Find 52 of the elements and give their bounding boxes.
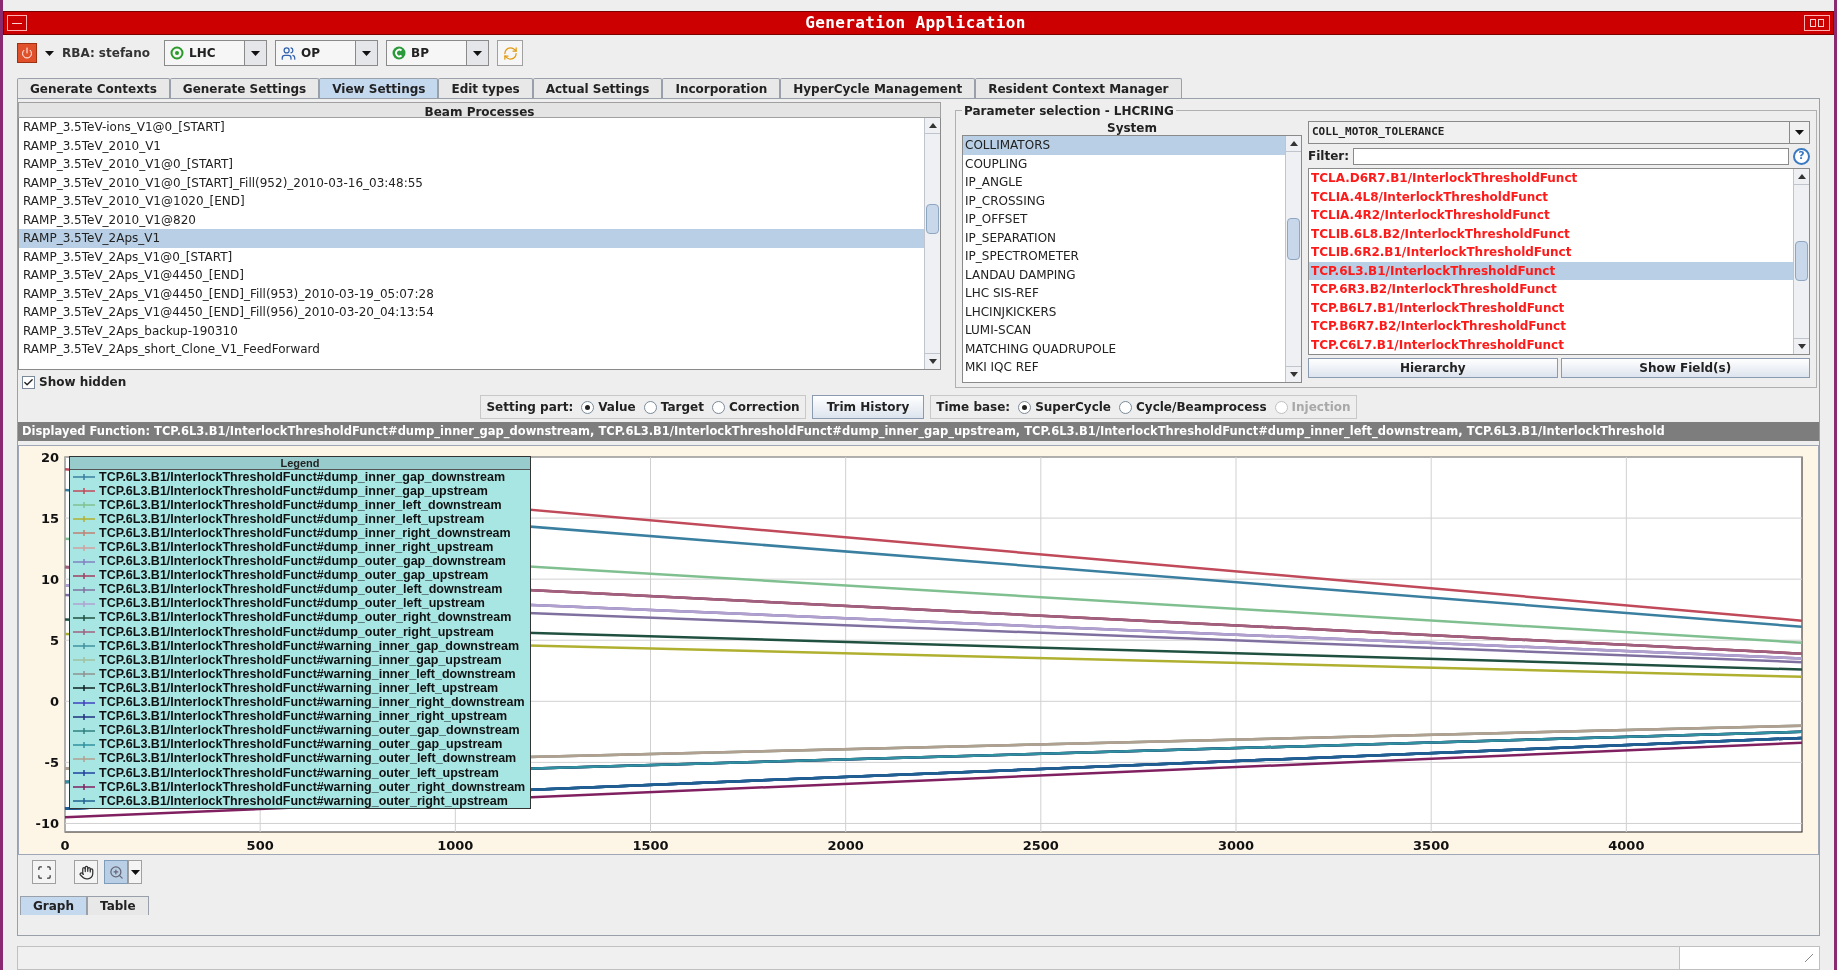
beam-processes-header: Beam Processes: [18, 102, 941, 118]
system-header: System: [1106, 121, 1158, 135]
legend-label: TCP.6L3.B1/InterlockThresholdFunct#dump_outer_gap_downstream: [99, 555, 506, 569]
legend-label: TCP.6L3.B1/InterlockThresholdFunct#dump_inner_left_upstream: [99, 512, 485, 526]
legend-label: TCP.6L3.B1/InterlockThresholdFunct#warning_outer_right_downstream: [99, 780, 526, 794]
x-tick-label: 4000: [1608, 838, 1645, 853]
y-tick-label: 10: [40, 572, 59, 588]
legend-label: TCP.6L3.B1/InterlockThresholdFunct#warning_inner_right_upstream: [99, 710, 508, 724]
y-tick-label: -5: [44, 755, 59, 771]
window-title: Generation Application: [804, 12, 1027, 34]
legend-label: TCP.6L3.B1/InterlockThresholdFunct#dump_inner_left_downstream: [99, 498, 502, 512]
y-tick-label: 15: [40, 511, 59, 527]
legend-label: TCP.6L3.B1/InterlockThresholdFunct#dump_outer_right_upstream: [99, 625, 494, 639]
x-tick-label: 2500: [1022, 838, 1059, 853]
legend-label: TCP.6L3.B1/InterlockThresholdFunct#warning_inner_left_downstream: [99, 667, 516, 681]
rba-label: RBA: stefano: [62, 45, 150, 62]
legend-label: TCP.6L3.B1/InterlockThresholdFunct#dump_inner_gap_upstream: [99, 484, 488, 498]
legend-label: TCP.6L3.B1/InterlockThresholdFunct#dump_outer_gap_upstream: [99, 569, 489, 583]
legend-label: TCP.6L3.B1/InterlockThresholdFunct#dump_inner_right_upstream: [99, 541, 494, 554]
legend-label: TCP.6L3.B1/InterlockThresholdFunct#dump_inner_gap_downstream: [99, 470, 506, 484]
legend-label: TCP.6L3.B1/InterlockThresholdFunct#warning_outer_left_upstream: [99, 766, 499, 780]
legend-label: TCP.6L3.B1/InterlockThresholdFunct#warning_inner_gap_upstream: [99, 653, 502, 667]
setting-part-label: Setting part:: [486, 399, 574, 416]
y-tick-label: 20: [40, 450, 59, 465]
time-base-label: Time base:: [936, 399, 1011, 416]
selector-value: BP: [411, 45, 429, 62]
selector-value: LHC: [189, 45, 216, 62]
y-tick-label: 5: [49, 633, 59, 649]
legend-label: TCP.6L3.B1/InterlockThresholdFunct#dump_outer_right_downstream: [99, 611, 512, 625]
legend-label: TCP.6L3.B1/InterlockThresholdFunct#dump_outer_left_upstream: [99, 597, 485, 611]
legend-label: TCP.6L3.B1/InterlockThresholdFunct#warning_outer_right_upstream: [99, 794, 508, 808]
x-tick-label: 1000: [437, 838, 474, 853]
legend-label: TCP.6L3.B1/InterlockThresholdFunct#warning_outer_gap_upstream: [99, 738, 503, 752]
y-tick-label: 0: [49, 694, 59, 710]
y-tick-label: -10: [35, 816, 59, 832]
legend-label: TCP.6L3.B1/InterlockThresholdFunct#dump_outer_left_downstream: [99, 583, 503, 597]
legend-label: TCP.6L3.B1/InterlockThresholdFunct#warning_inner_left_upstream: [99, 681, 499, 695]
legend-label: TCP.6L3.B1/InterlockThresholdFunct#warning_inner_gap_downstream: [99, 639, 519, 653]
legend-label: TCP.6L3.B1/InterlockThresholdFunct#dump_inner_right_downstream: [99, 526, 511, 540]
legend-label: TCP.6L3.B1/InterlockThresholdFunct#warning_inner_right_downstream: [99, 696, 525, 710]
filter-label: Filter:: [1308, 148, 1349, 165]
legend-label: TCP.6L3.B1/InterlockThresholdFunct#warning_outer_gap_downstream: [99, 724, 520, 738]
x-tick-label: 500: [246, 838, 274, 853]
legend-title: Legend: [70, 457, 530, 470]
legend-label: TCP.6L3.B1/InterlockThresholdFunct#warning_outer_left_downstream: [99, 752, 517, 766]
displayed-function-bar: Displayed Function: TCP.6L3.B1/InterlockThresholdFunct#dump_inner_gap_downstream, TCP.6L3.B1/InterlockThresholdFunct#dump_inner_gap_upstream, TCP.6L3.B1/InterlockThresholdFunct#dump_inner_left_downstream, TCP.6L3.B1/InterlockThreshold: [18, 422, 1819, 441]
x-tick-label: 3500: [1413, 838, 1450, 853]
x-tick-label: 0: [60, 838, 70, 853]
selector-value: OP: [301, 45, 320, 62]
x-tick-label: 3000: [1217, 838, 1255, 853]
x-tick-label: 1500: [632, 838, 669, 853]
x-tick-label: 2000: [827, 838, 864, 853]
